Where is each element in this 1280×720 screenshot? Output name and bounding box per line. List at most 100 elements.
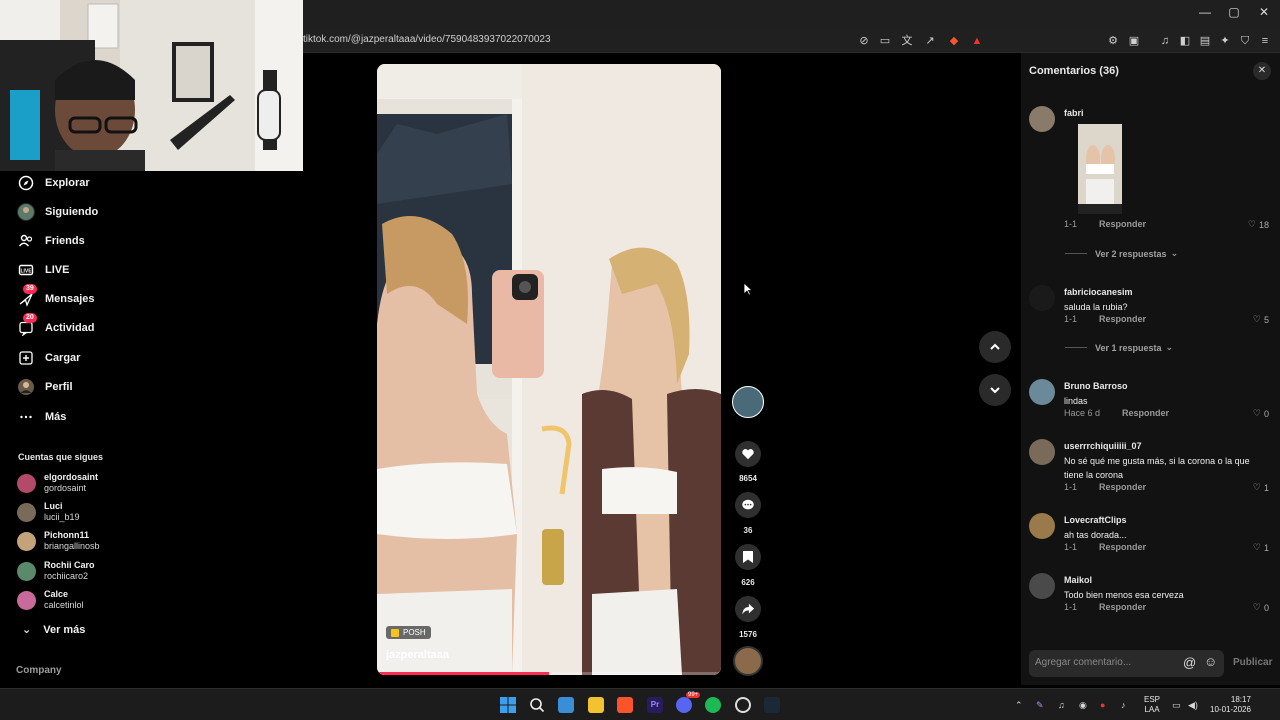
discord-icon[interactable]: 99+ xyxy=(676,692,701,713)
reply-button[interactable]: Responder xyxy=(1099,314,1146,324)
video-player[interactable]: POSH jazperaltaaa xyxy=(377,64,721,675)
avatar[interactable] xyxy=(1029,513,1055,539)
view-replies-button[interactable]: Ver 1 respuesta ⌄ xyxy=(1065,342,1173,353)
avatar[interactable] xyxy=(1029,573,1055,599)
premiere-pro-icon[interactable]: Pr xyxy=(647,697,663,713)
publish-button[interactable]: Publicar xyxy=(1233,657,1272,668)
screenshot-icon[interactable]: ▣ xyxy=(1127,34,1141,48)
widgets-icon[interactable] xyxy=(558,697,574,713)
share-icon[interactable]: ↗ xyxy=(923,34,937,48)
menu-icon[interactable]: ≡ xyxy=(1258,34,1272,48)
comment-like-button[interactable]: ♡ 18 xyxy=(1248,219,1269,230)
tray-steam-icon[interactable]: ◉ xyxy=(1079,700,1087,711)
following-account[interactable]: elgordosaint gordosaint xyxy=(17,470,98,496)
translate-icon[interactable]: 文 xyxy=(900,34,914,48)
file-explorer-icon[interactable] xyxy=(588,697,604,713)
like-button[interactable] xyxy=(735,441,761,467)
following-account[interactable]: Rochii Caro rochiicaro2 xyxy=(17,558,95,584)
comment-username[interactable]: fabri xyxy=(1064,108,1084,118)
comment-username[interactable]: Maikol xyxy=(1064,575,1092,585)
avatar[interactable] xyxy=(1029,379,1055,405)
brave-browser-icon[interactable] xyxy=(617,697,633,713)
sidebar-item-actividad[interactable]: 20 Actividad xyxy=(17,313,95,339)
share-button[interactable] xyxy=(735,596,761,622)
language-indicator[interactable]: ESP LAA xyxy=(1144,695,1160,715)
sound-disc-icon[interactable] xyxy=(733,646,763,676)
vpn-icon[interactable]: ⛉ xyxy=(1238,34,1252,48)
volume-icon[interactable]: ◀) xyxy=(1188,700,1198,711)
comment-username[interactable]: userrrchiquiiiii_07 xyxy=(1064,441,1142,451)
media-icon[interactable]: ♫ xyxy=(1158,34,1172,48)
close-comments-button[interactable]: ✕ xyxy=(1253,62,1271,80)
sidebar-item-perfil[interactable]: Perfil xyxy=(17,376,73,398)
sidebar-item-mensajes[interactable]: 39 Mensajes xyxy=(17,284,95,310)
emoji-icon[interactable]: ☺ xyxy=(1204,654,1217,669)
sidebar-item-mas[interactable]: Más xyxy=(17,406,66,428)
sidebar-item-live[interactable]: LIVE LIVE xyxy=(17,259,69,281)
video-progress-bar[interactable] xyxy=(377,672,721,675)
tray-mic-icon[interactable]: ♪ xyxy=(1121,700,1126,710)
tray-headset-icon[interactable]: ♫ xyxy=(1058,700,1065,710)
brave-rewards-icon[interactable]: ▲ xyxy=(970,34,984,48)
tray-expand-icon[interactable]: ⌃ xyxy=(1015,700,1023,711)
mention-icon[interactable]: @ xyxy=(1183,655,1196,670)
close-window-button[interactable]: ✕ xyxy=(1255,5,1273,19)
comment-input-box[interactable]: Agregar comentario... @ ☺ xyxy=(1029,650,1224,677)
cast-icon[interactable]: ▭ xyxy=(878,34,892,48)
see-more-button[interactable]: ⌄ Ver más xyxy=(22,623,85,636)
leo-icon[interactable]: ✦ xyxy=(1218,34,1232,48)
obs-icon[interactable] xyxy=(735,697,751,713)
video-tag-badge[interactable]: POSH xyxy=(386,626,431,639)
save-button[interactable] xyxy=(735,544,761,570)
comment-username[interactable]: fabriciocanesim xyxy=(1064,287,1133,297)
comment-username[interactable]: Bruno Barroso xyxy=(1064,381,1128,391)
network-icon[interactable]: ▭ xyxy=(1172,700,1181,711)
extensions-icon[interactable]: ⚙ xyxy=(1106,34,1120,48)
video-author[interactable]: jazperaltaaa xyxy=(386,649,449,661)
brave-shield-icon[interactable]: ◆ xyxy=(947,34,961,48)
reply-button[interactable]: Responder xyxy=(1099,602,1146,612)
comment-username[interactable]: LovecraftClips xyxy=(1064,515,1127,525)
spotify-icon[interactable] xyxy=(705,697,721,713)
minimize-button[interactable]: — xyxy=(1196,5,1214,19)
comment-like-button[interactable]: ♡ 0 xyxy=(1253,408,1269,419)
sidebar-toggle-icon[interactable]: ◧ xyxy=(1178,34,1192,48)
reply-button[interactable]: Responder xyxy=(1099,482,1146,492)
no-tracking-icon[interactable]: ⊘ xyxy=(857,34,871,48)
comment-button[interactable] xyxy=(735,492,761,518)
company-link[interactable]: Company xyxy=(16,665,62,676)
following-account[interactable]: Pichonn11 briangallinosb xyxy=(17,528,100,554)
previous-video-button[interactable] xyxy=(979,331,1011,363)
wallet-icon[interactable]: ▤ xyxy=(1198,34,1212,48)
windows-start-icon[interactable] xyxy=(500,697,516,713)
sidebar-item-cargar[interactable]: Cargar xyxy=(17,347,80,369)
url-field[interactable]: tiktok.com/@jazperaltaaa/video/759048393… xyxy=(303,34,551,45)
following-account[interactable]: Luci lucii_b19 xyxy=(17,499,80,525)
avatar[interactable] xyxy=(1029,106,1055,132)
comment-like-button[interactable]: ♡ 0 xyxy=(1253,602,1269,613)
reply-button[interactable]: Responder xyxy=(1099,542,1146,552)
comment-input[interactable]: Agregar comentario... xyxy=(1035,657,1131,668)
sidebar-item-friends[interactable]: Friends xyxy=(17,230,85,252)
tray-pen-icon[interactable]: ✎ xyxy=(1036,700,1044,711)
sidebar-item-siguiendo[interactable]: Siguiendo xyxy=(17,201,98,223)
comment-like-button[interactable]: ♡ 1 xyxy=(1253,482,1269,493)
search-icon[interactable] xyxy=(529,697,545,713)
view-replies-button[interactable]: Ver 2 respuestas ⌄ xyxy=(1065,248,1178,259)
following-account[interactable]: Calce calcetinlol xyxy=(17,587,84,613)
avatar[interactable] xyxy=(1029,285,1055,311)
maximize-button[interactable]: ▢ xyxy=(1225,5,1243,19)
reply-button[interactable]: Responder xyxy=(1122,408,1169,418)
steam-icon[interactable] xyxy=(764,697,780,713)
taskbar-clock[interactable]: 18:17 10-01-2026 xyxy=(1210,695,1251,715)
comment-like-button[interactable]: ♡ 1 xyxy=(1253,542,1269,553)
comment-image[interactable] xyxy=(1078,124,1122,214)
creator-avatar[interactable] xyxy=(732,386,764,418)
compass-icon xyxy=(17,174,35,192)
next-video-button[interactable] xyxy=(979,374,1011,406)
comment-like-button[interactable]: ♡ 5 xyxy=(1253,314,1269,325)
avatar[interactable] xyxy=(1029,439,1055,465)
reply-button[interactable]: Responder xyxy=(1099,219,1146,229)
tray-record-icon[interactable]: ● xyxy=(1100,700,1105,710)
sidebar-item-explorar[interactable]: Explorar xyxy=(17,172,90,194)
